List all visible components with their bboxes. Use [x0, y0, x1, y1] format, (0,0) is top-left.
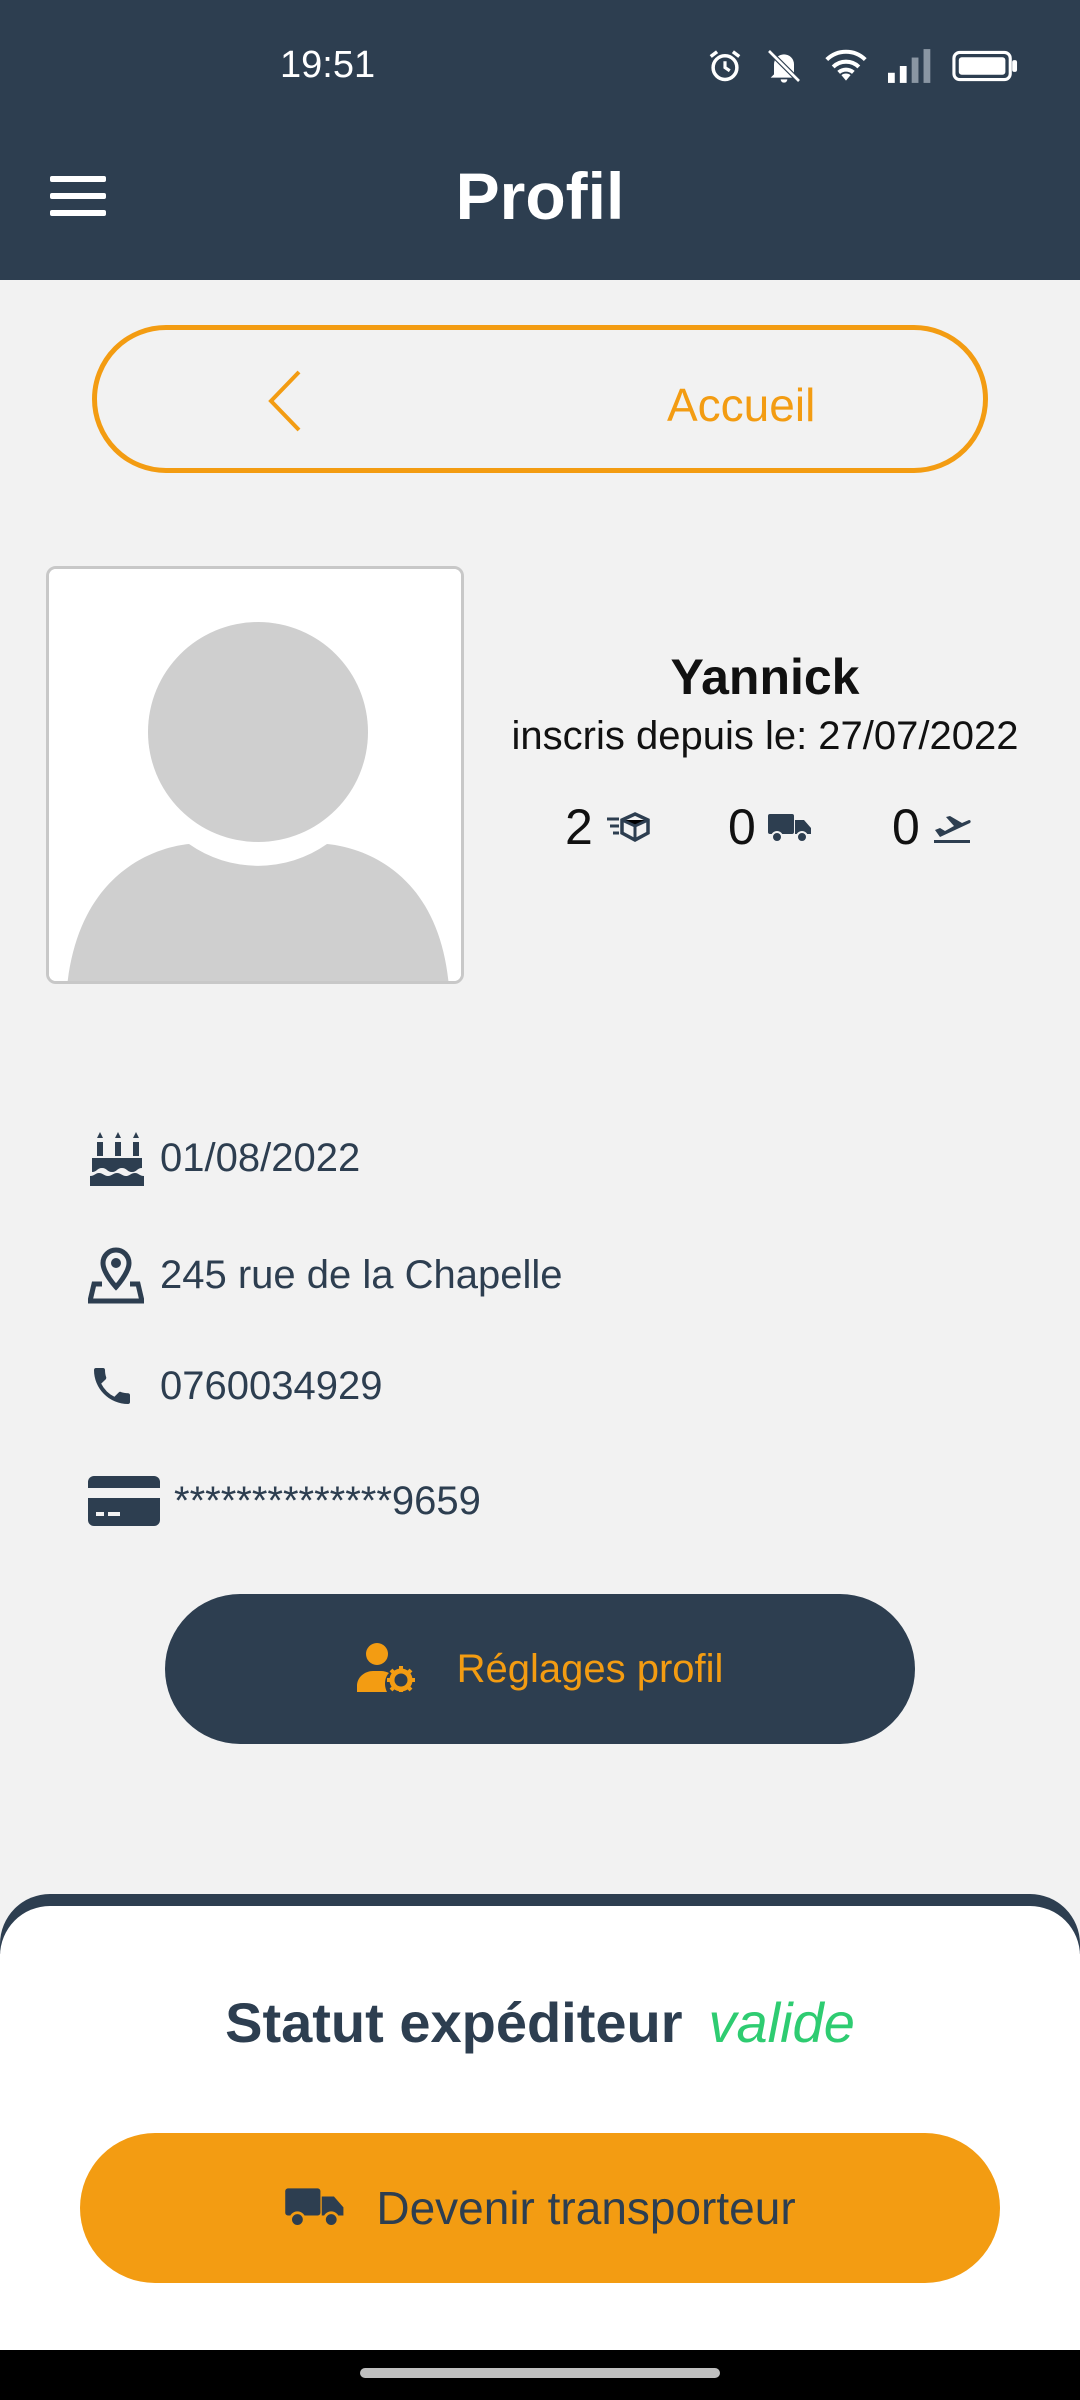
become-carrier-label: Devenir transporteur: [376, 2182, 796, 2234]
status-icons: [706, 46, 1018, 86]
user-settings-icon: [356, 1642, 417, 1697]
stat-shipments-value: 2: [565, 799, 593, 855]
sender-status: Statut expéditeur valide: [0, 1990, 1080, 2055]
status-time: 19:51: [280, 44, 376, 86]
chevron-left-icon: [265, 368, 305, 439]
truck-icon: [284, 2183, 346, 2234]
back-home-button[interactable]: Accueil: [92, 325, 988, 473]
stat-trips: 0: [892, 798, 972, 856]
stat-shipments: 2: [565, 798, 651, 856]
profile-settings-button[interactable]: Réglages profil: [165, 1594, 915, 1744]
sender-status-value: valide: [708, 1991, 855, 2054]
location-pin-icon: [88, 1246, 160, 1304]
phone-value: 0760034929: [160, 1363, 383, 1408]
plane-departure-icon: [932, 798, 972, 856]
address-row: 245 rue de la Chapelle: [88, 1246, 563, 1304]
birthday-cake-icon: [88, 1130, 160, 1186]
stat-trips-value: 0: [892, 799, 920, 855]
package-delivery-icon: [605, 798, 651, 856]
phone-row: 0760034929: [88, 1362, 382, 1410]
home-gesture-handle[interactable]: [360, 2368, 720, 2378]
sender-status-label: Statut expéditeur: [225, 1991, 683, 2054]
address-value: 245 rue de la Chapelle: [160, 1252, 563, 1297]
back-home-label: Accueil: [667, 379, 816, 431]
card-row: **************9659: [88, 1476, 481, 1526]
stat-deliveries-value: 0: [728, 799, 756, 855]
birthday-value: 01/08/2022: [160, 1135, 361, 1180]
profile-settings-label: Réglages profil: [456, 1646, 724, 1691]
user-placeholder-icon: [49, 569, 461, 981]
battery-icon: [952, 50, 1018, 82]
page-title: Profil: [455, 159, 625, 233]
bottom-sheet: [0, 1906, 1080, 2350]
status-bar: 19:51: [0, 0, 1080, 135]
signal-icon: [888, 49, 932, 83]
credit-card-icon: [88, 1476, 174, 1526]
member-since: inscris depuis le: 27/07/2022: [511, 714, 1019, 758]
muted-bell-icon: [764, 46, 804, 86]
alarm-icon: [706, 47, 744, 85]
avatar: [46, 566, 464, 984]
birthday-row: 01/08/2022: [88, 1130, 360, 1186]
stat-deliveries: 0: [728, 798, 812, 856]
card-value: **************9659: [174, 1478, 481, 1523]
wifi-icon: [824, 47, 868, 85]
truck-icon: [767, 798, 812, 856]
phone-icon: [88, 1362, 160, 1410]
user-name: Yannick: [670, 649, 860, 705]
app-header: 19:51 Profil: [0, 0, 1080, 280]
become-carrier-button[interactable]: Devenir transporteur: [80, 2133, 1000, 2283]
